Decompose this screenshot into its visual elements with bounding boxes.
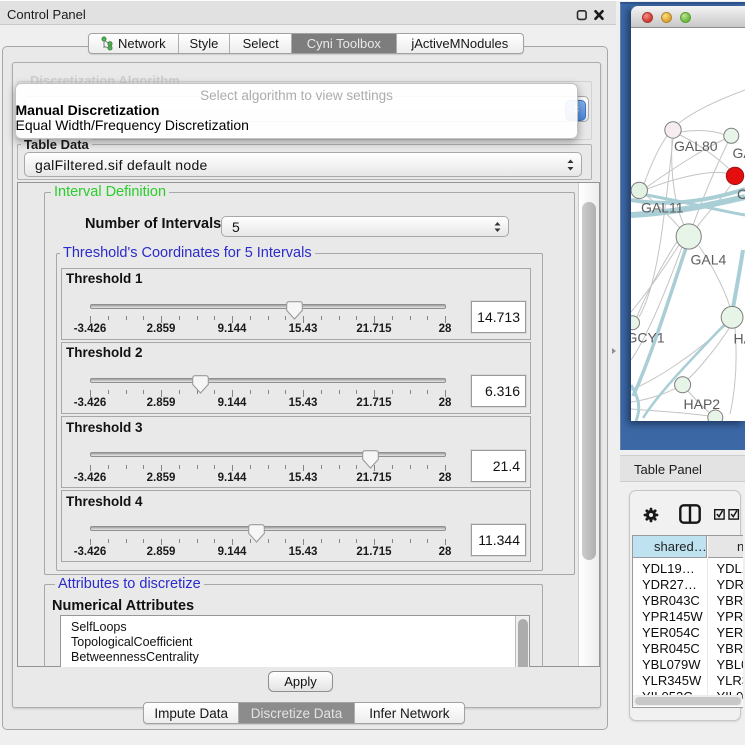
svg-text:C: C <box>737 186 745 202</box>
svg-text:GAL80: GAL80 <box>674 138 718 154</box>
svg-text:GAL4: GAL4 <box>691 252 727 268</box>
svg-text:HAP2: HAP2 <box>684 396 721 412</box>
svg-text:GAL11: GAL11 <box>641 200 684 216</box>
svg-text:GCY1: GCY1 <box>631 330 665 346</box>
svg-text:GA: GA <box>733 145 745 161</box>
svg-text:HA: HA <box>734 331 745 347</box>
